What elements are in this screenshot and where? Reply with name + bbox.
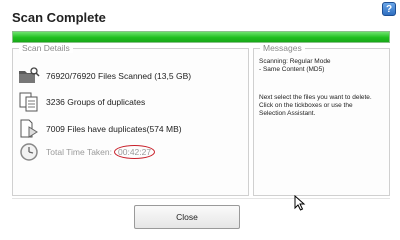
groups-text: 3236 Groups of duplicates [46, 97, 146, 107]
window-title: Scan Complete [12, 10, 106, 25]
messages-panel: Messages Scanning: Regular Mode - Same C… [253, 43, 390, 196]
groups-row: 3236 Groups of duplicates [18, 92, 145, 112]
files-scanned-row: 76920/76920 Files Scanned (13,5 GB) [18, 66, 191, 86]
folder-search-icon [18, 66, 40, 86]
messages-legend: Messages [260, 43, 305, 53]
progress-fill [13, 32, 389, 42]
duplicates-row: 7009 Files have duplicates(574 MB) [18, 119, 182, 139]
mouse-cursor-icon [294, 195, 306, 211]
scan-details-legend: Scan Details [19, 43, 73, 53]
close-button[interactable]: Close [134, 205, 240, 229]
documents-icon [18, 92, 40, 112]
scan-mode-message: Scanning: Regular Mode - Same Content (M… [259, 58, 331, 73]
time-label: Total Time Taken: [46, 147, 112, 157]
duplicate-file-icon [18, 119, 40, 139]
scan-details-panel: Scan Details 76920/76920 Files Scanned (… [12, 43, 249, 196]
instructions-message: Next select the files you want to delete… [259, 94, 372, 117]
help-icon[interactable]: ? [382, 2, 396, 16]
time-value: 00:42:27 [114, 145, 156, 159]
duplicates-text: 7009 Files have duplicates(574 MB) [46, 124, 182, 134]
files-scanned-text: 76920/76920 Files Scanned (13,5 GB) [46, 71, 192, 81]
footer-divider [12, 198, 390, 199]
progress-bar [12, 31, 390, 43]
clock-icon [18, 142, 40, 162]
time-row: Total Time Taken: 00:42:27 [18, 142, 156, 162]
